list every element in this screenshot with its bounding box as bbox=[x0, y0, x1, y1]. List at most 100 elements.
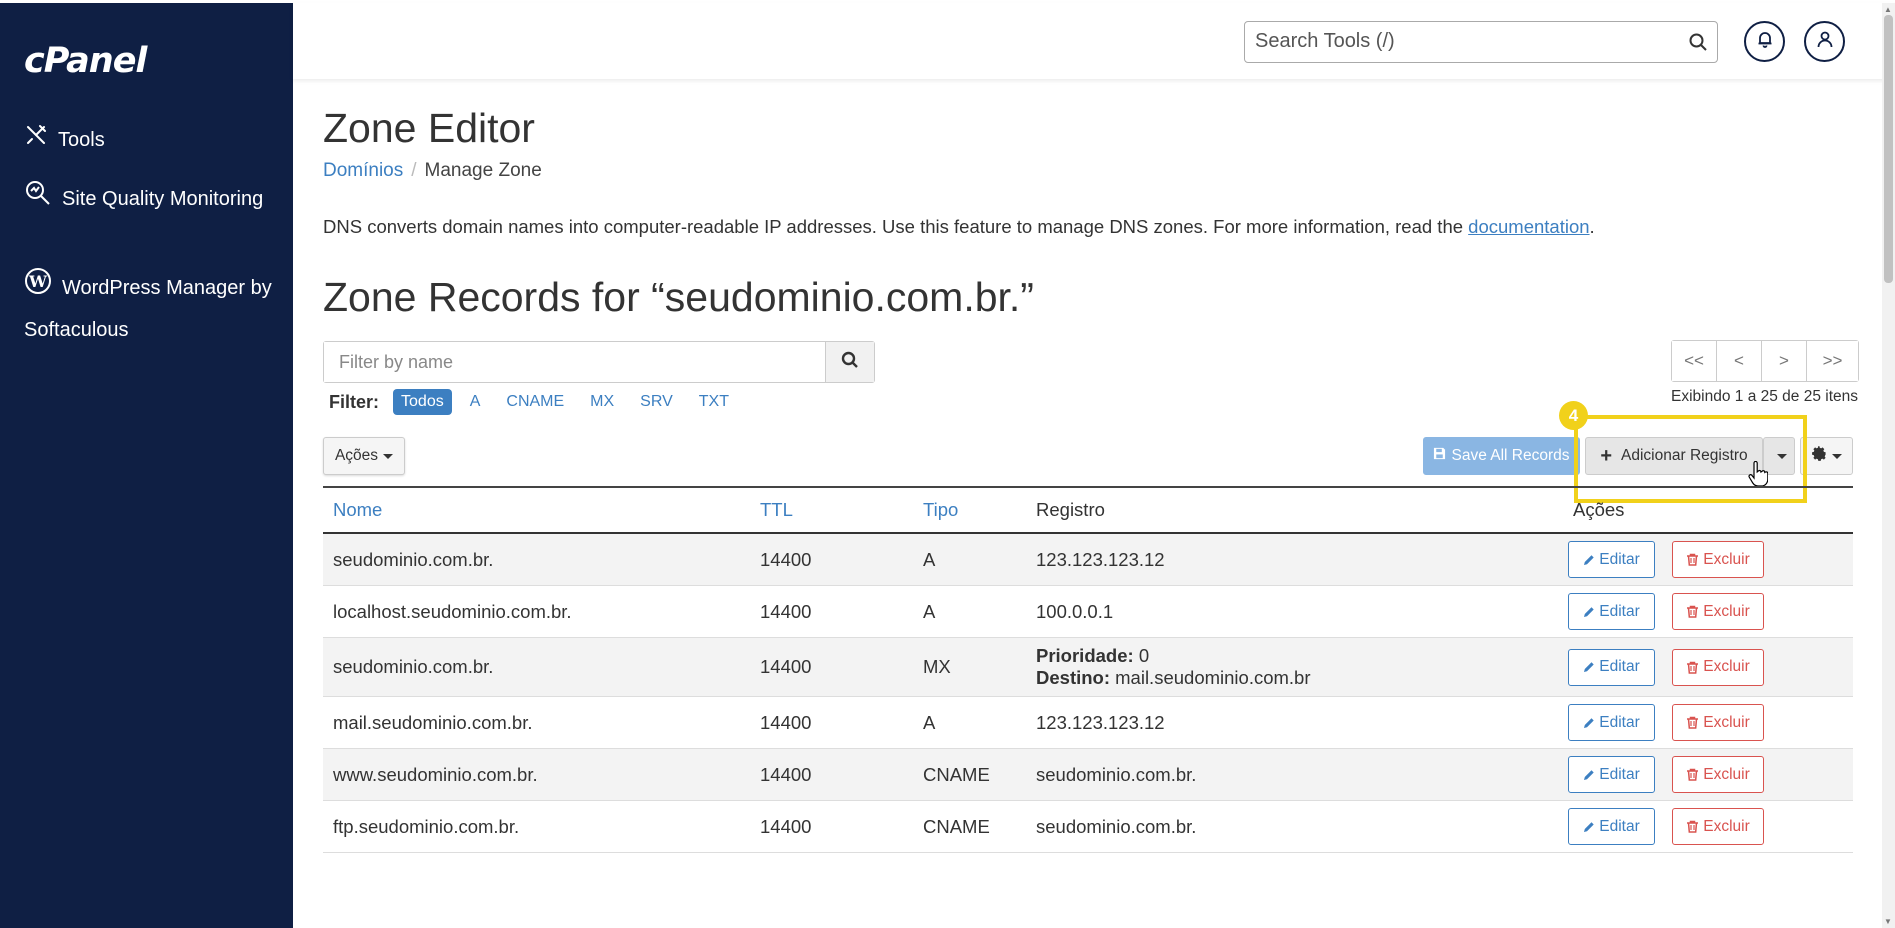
cpanel-logo[interactable]: cPanel bbox=[24, 41, 147, 81]
edit-label: Editar bbox=[1599, 713, 1640, 731]
edit-button[interactable]: Editar bbox=[1568, 756, 1655, 793]
filter-label: Filter: bbox=[329, 391, 380, 412]
table-header: Nome TTL Tipo Registro Ações bbox=[323, 488, 1853, 534]
edit-label: Editar bbox=[1599, 602, 1640, 620]
record-type: A bbox=[923, 711, 936, 733]
acoes-dropdown-button[interactable]: Ações bbox=[323, 437, 405, 475]
sidebar-item-label: WordPress Manager by Softaculous bbox=[24, 276, 272, 341]
pencil-icon bbox=[1584, 662, 1594, 672]
description-text: DNS converts domain names into computer-… bbox=[323, 216, 1469, 237]
save-all-records-button[interactable]: Save All Records bbox=[1423, 437, 1580, 475]
column-header-registro: Registro bbox=[1036, 499, 1105, 520]
filter-chip-mx[interactable]: MX bbox=[582, 389, 622, 415]
edit-button[interactable]: Editar bbox=[1568, 541, 1655, 578]
edit-button[interactable]: Editar bbox=[1568, 704, 1655, 741]
caret-down-icon bbox=[1776, 453, 1787, 459]
sidebar-item-site-quality-monitoring[interactable]: Site Quality Monitoring bbox=[24, 179, 274, 220]
edit-button[interactable]: Editar bbox=[1568, 808, 1655, 845]
column-header-nome[interactable]: Nome bbox=[323, 499, 760, 521]
breadcrumb-domains-link[interactable]: Domínios bbox=[323, 160, 403, 181]
record-value: seudominio.com.br. bbox=[1036, 815, 1197, 837]
gear-icon bbox=[1811, 446, 1827, 466]
filter-chip-a[interactable]: A bbox=[462, 389, 489, 415]
record-name: www.seudominio.com.br. bbox=[333, 763, 538, 785]
table-row: seudominio.com.br. 14400 MX Prioridade: … bbox=[323, 638, 1853, 697]
record-ttl: 14400 bbox=[760, 815, 812, 837]
caret-down-icon bbox=[383, 453, 394, 459]
last-page-button[interactable]: >> bbox=[1807, 341, 1858, 381]
scrollbar-thumb[interactable] bbox=[1884, 15, 1893, 283]
delete-label: Excluir bbox=[1703, 765, 1750, 783]
record-type: MX bbox=[923, 656, 951, 677]
record-type: CNAME bbox=[923, 763, 990, 785]
record-name: mail.seudominio.com.br. bbox=[333, 711, 533, 733]
add-record-button[interactable]: + Adicionar Registro bbox=[1585, 437, 1763, 475]
top-header bbox=[293, 3, 1895, 79]
filter-by-name-group bbox=[323, 341, 875, 383]
description-end: . bbox=[1589, 216, 1595, 237]
delete-button[interactable]: Excluir bbox=[1672, 541, 1764, 578]
type-filter: Filter: Todos A CNAME MX SRV TXT bbox=[329, 389, 747, 415]
column-header-tipo[interactable]: Tipo bbox=[923, 499, 1036, 521]
delete-label: Excluir bbox=[1703, 658, 1750, 675]
sidebar-item-tools[interactable]: Tools bbox=[24, 122, 105, 159]
edit-button[interactable]: Editar bbox=[1568, 593, 1655, 630]
search-icon[interactable] bbox=[1688, 32, 1708, 57]
delete-button[interactable]: Excluir bbox=[1672, 648, 1764, 686]
record-name: seudominio.com.br. bbox=[333, 656, 494, 677]
page-scrollbar[interactable]: ▲ ▼ bbox=[1882, 3, 1895, 928]
delete-button[interactable]: Excluir bbox=[1672, 593, 1764, 630]
sidebar-item-label: Site Quality Monitoring bbox=[62, 187, 264, 210]
delete-button[interactable]: Excluir bbox=[1672, 704, 1764, 741]
record-ttl: 14400 bbox=[760, 656, 812, 677]
target-label: Destino: bbox=[1036, 667, 1110, 688]
settings-dropdown-button[interactable] bbox=[1800, 437, 1853, 475]
delete-label: Excluir bbox=[1703, 550, 1750, 568]
sidebar-item-wordpress-manager[interactable]: W WordPress Manager by Softaculous bbox=[24, 267, 284, 351]
pencil-icon bbox=[1584, 606, 1594, 617]
scroll-down-icon[interactable]: ▼ bbox=[1884, 917, 1892, 926]
filter-chip-srv[interactable]: SRV bbox=[632, 389, 681, 415]
filter-chip-cname[interactable]: CNAME bbox=[498, 389, 572, 415]
prev-page-button[interactable]: < bbox=[1717, 341, 1762, 381]
trash-icon bbox=[1687, 661, 1699, 674]
acoes-label: Ações bbox=[334, 447, 379, 464]
filter-by-name-input[interactable] bbox=[324, 342, 825, 382]
record-ttl: 14400 bbox=[760, 711, 812, 733]
mx-target: mail.seudominio.com.br bbox=[1115, 667, 1311, 688]
table-row: localhost.seudominio.com.br. 14400 A 100… bbox=[323, 586, 1853, 638]
page-title: Zone Editor bbox=[323, 105, 535, 151]
documentation-link[interactable]: documentation bbox=[1468, 216, 1589, 237]
plus-icon: + bbox=[1600, 444, 1613, 467]
delete-label: Excluir bbox=[1703, 713, 1750, 731]
zone-records-title: Zone Records for “seudominio.com.br.” bbox=[323, 274, 1034, 320]
edit-button[interactable]: Editar bbox=[1568, 648, 1655, 686]
next-page-button[interactable]: > bbox=[1762, 341, 1807, 381]
record-value: Prioridade: 0 Destino: mail.seudominio.c… bbox=[1036, 645, 1566, 689]
record-ttl: 14400 bbox=[760, 763, 812, 785]
column-header-ttl[interactable]: TTL bbox=[760, 499, 923, 521]
scroll-up-icon[interactable]: ▲ bbox=[1884, 5, 1892, 14]
notifications-button[interactable] bbox=[1744, 21, 1785, 62]
search-tools-input[interactable] bbox=[1255, 22, 1675, 60]
first-page-button[interactable]: << bbox=[1672, 341, 1717, 381]
filter-chip-txt[interactable]: TXT bbox=[691, 389, 737, 415]
search-tools-box[interactable] bbox=[1244, 21, 1718, 63]
wordpress-icon: W bbox=[24, 267, 52, 310]
trash-icon bbox=[1687, 820, 1699, 833]
record-name: seudominio.com.br. bbox=[333, 548, 494, 570]
delete-button[interactable]: Excluir bbox=[1672, 756, 1764, 793]
delete-button[interactable]: Excluir bbox=[1672, 808, 1764, 845]
edit-label: Editar bbox=[1599, 765, 1640, 783]
filter-search-button[interactable] bbox=[825, 342, 874, 382]
priority-label: Prioridade: bbox=[1036, 645, 1134, 666]
table-row: ftp.seudominio.com.br. 14400 CNAME seudo… bbox=[323, 801, 1853, 853]
filter-chip-todos[interactable]: Todos bbox=[393, 389, 452, 415]
record-value: 123.123.123.12 bbox=[1036, 711, 1165, 733]
step-badge: 4 bbox=[1559, 401, 1588, 430]
trash-icon bbox=[1687, 716, 1699, 729]
breadcrumb: Domínios / Manage Zone bbox=[323, 160, 542, 182]
user-menu-button[interactable] bbox=[1804, 21, 1845, 62]
tools-icon bbox=[24, 123, 48, 159]
table-row: www.seudominio.com.br. 14400 CNAME seudo… bbox=[323, 749, 1853, 801]
